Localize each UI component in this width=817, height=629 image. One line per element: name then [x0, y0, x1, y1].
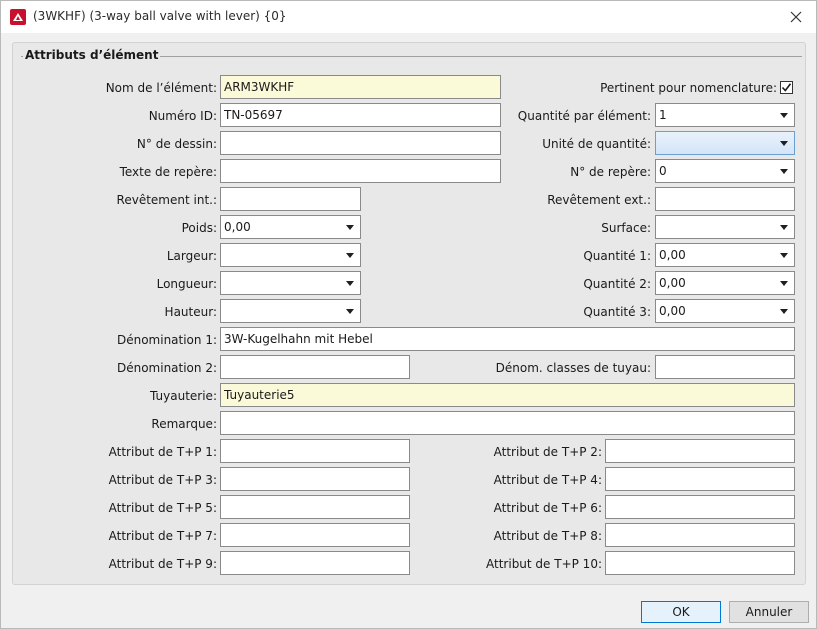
height-label: Hauteur:: [164, 305, 217, 319]
width-dropdown[interactable]: [220, 243, 361, 267]
drawing-number-label: N° de dessin:: [136, 137, 217, 151]
tp-attribute-field[interactable]: [605, 439, 795, 463]
length-dropdown[interactable]: [220, 271, 361, 295]
quantity1-dropdown[interactable]: 0,00: [655, 243, 795, 267]
denomination1-label: Dénomination 1:: [116, 333, 217, 347]
tp-attribute-label: Attribut de T+P 10:: [486, 557, 602, 571]
surface-label: Surface:: [601, 221, 651, 235]
tp-attribute-label: Attribut de T+P 5:: [108, 501, 217, 515]
tp-attribute-field[interactable]: [220, 551, 410, 575]
bom-relevant-checkbox[interactable]: [780, 81, 793, 94]
remark-label: Remarque:: [151, 417, 217, 431]
dialog-window: (3WKHF) (3-way ball valve with lever) {0…: [0, 0, 817, 629]
piping-field[interactable]: Tuyauterie5: [220, 383, 795, 407]
marker-number-dropdown[interactable]: 0: [655, 159, 795, 183]
drawing-number-field[interactable]: [220, 131, 501, 155]
length-label: Longueur:: [156, 277, 217, 291]
title-bar: (3WKHF) (3-way ball valve with lever) {0…: [1, 1, 816, 33]
surface-dropdown[interactable]: [655, 215, 795, 239]
id-number-field[interactable]: TN-05697: [220, 103, 501, 127]
tp-attribute-label: Attribut de T+P 1:: [108, 445, 217, 459]
pipe-class-field[interactable]: [655, 355, 795, 379]
tp-attribute-field[interactable]: [220, 495, 410, 519]
close-icon: [790, 11, 802, 23]
outer-coating-label: Revêtement ext.:: [547, 193, 651, 207]
denomination2-field[interactable]: [220, 355, 410, 379]
tp-attribute-field[interactable]: [220, 523, 410, 547]
inner-coating-field[interactable]: [220, 187, 361, 211]
tp-attribute-label: Attribut de T+P 6:: [493, 501, 602, 515]
inner-coating-label: Revêtement int.:: [116, 193, 217, 207]
tp-attribute-label: Attribut de T+P 9:: [108, 557, 217, 571]
tp-attribute-field[interactable]: [220, 439, 410, 463]
group-title: Attributs d’élément: [23, 48, 161, 62]
height-dropdown[interactable]: [220, 299, 361, 323]
qty-per-element-dropdown[interactable]: 1: [655, 103, 795, 127]
denomination1-field[interactable]: 3W-Kugelhahn mit Hebel: [220, 327, 795, 351]
ok-button[interactable]: OK: [641, 601, 721, 623]
element-name-label: Nom de l’élément:: [105, 81, 217, 95]
pipe-class-label: Dénom. classes de tuyau:: [495, 361, 651, 375]
tp-attribute-label: Attribut de T+P 2:: [493, 445, 602, 459]
width-label: Largeur:: [166, 249, 217, 263]
marker-text-field[interactable]: [220, 159, 501, 183]
bom-relevant-label: Pertinent pour nomenclature:: [600, 81, 777, 95]
quantity1-label: Quantité 1:: [583, 249, 651, 263]
app-icon: [10, 9, 26, 25]
tp-attribute-field[interactable]: [605, 523, 795, 547]
piping-label: Tuyauterie:: [150, 389, 217, 403]
marker-text-label: Texte de repère:: [119, 165, 217, 179]
marker-number-label: N° de repère:: [570, 165, 651, 179]
qty-per-element-label: Quantité par élément:: [517, 109, 651, 123]
close-button[interactable]: [782, 5, 810, 29]
quantity2-label: Quantité 2:: [583, 277, 651, 291]
element-name-field[interactable]: ARM3WKHF: [220, 75, 501, 99]
quantity2-dropdown[interactable]: 0,00: [655, 271, 795, 295]
outer-coating-field[interactable]: [655, 187, 795, 211]
quantity3-dropdown[interactable]: 0,00: [655, 299, 795, 323]
tp-attribute-field[interactable]: [605, 551, 795, 575]
remark-field[interactable]: [220, 411, 795, 435]
tp-attribute-field[interactable]: [220, 467, 410, 491]
weight-dropdown[interactable]: 0,00: [220, 215, 361, 239]
qty-unit-dropdown[interactable]: [655, 131, 795, 155]
checkmark-icon: [781, 83, 792, 92]
cancel-button[interactable]: Annuler: [729, 601, 809, 623]
tp-attribute-label: Attribut de T+P 3:: [108, 473, 217, 487]
tp-attribute-field[interactable]: [605, 495, 795, 519]
denomination2-label: Dénomination 2:: [116, 361, 217, 375]
window-title: (3WKHF) (3-way ball valve with lever) {0…: [33, 9, 287, 23]
tp-attribute-label: Attribut de T+P 8:: [493, 529, 602, 543]
qty-unit-label: Unité de quantité:: [542, 137, 651, 151]
tp-attribute-field[interactable]: [605, 467, 795, 491]
tp-attribute-label: Attribut de T+P 7:: [108, 529, 217, 543]
weight-label: Poids:: [181, 221, 217, 235]
id-number-label: Numéro ID:: [148, 109, 217, 123]
tp-attribute-label: Attribut de T+P 4:: [493, 473, 602, 487]
quantity3-label: Quantité 3:: [583, 305, 651, 319]
